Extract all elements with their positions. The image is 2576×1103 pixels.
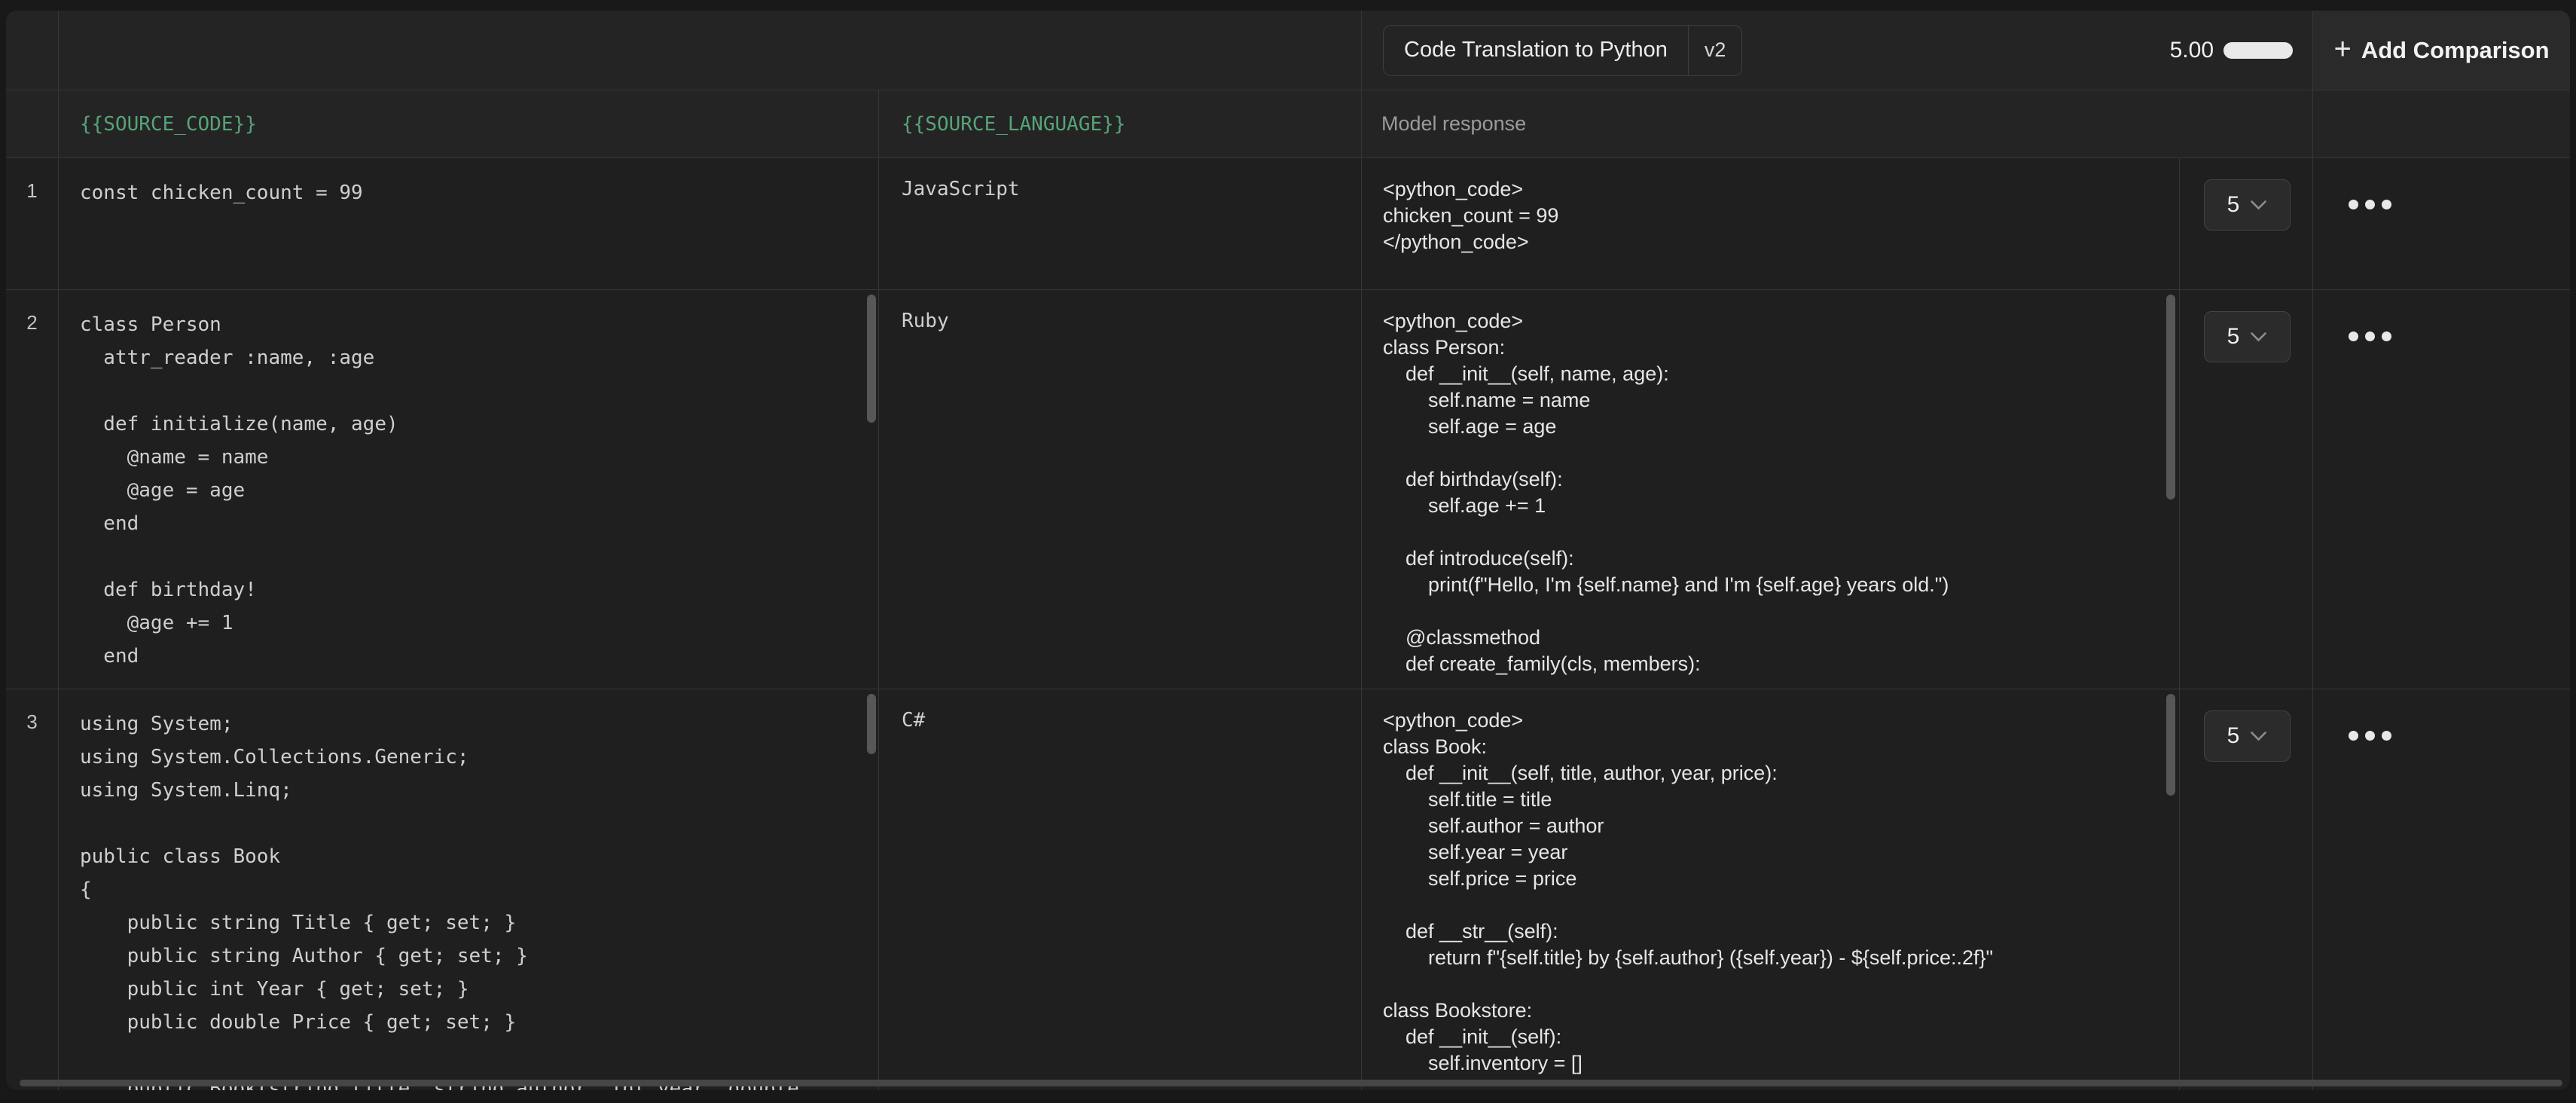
row-menu-cell: [2313, 290, 2570, 689]
chevron-down-icon: [2250, 200, 2267, 211]
source-language-column-header[interactable]: {{SOURCE_LANGUAGE}}: [879, 90, 1362, 158]
row-menu-cell: [2313, 158, 2570, 290]
row-menu-cell: [2313, 689, 2570, 1090]
score-dropdown[interactable]: 5: [2204, 179, 2291, 231]
score-cell: 5: [2180, 689, 2313, 1090]
overflow-menu-icon[interactable]: [2349, 731, 2391, 741]
menu-column-header: [2313, 90, 2570, 158]
model-response-cell[interactable]: <python_code> class Book: def __init__(s…: [1362, 689, 2180, 1090]
source-code-text: class Person attr_reader :name, :age def…: [59, 290, 878, 689]
source-code-column-header[interactable]: {{SOURCE_CODE}}: [59, 90, 879, 158]
chevron-down-icon: [2250, 731, 2267, 742]
model-response-text: <python_code> class Person: def __init__…: [1362, 290, 2179, 689]
score-value: 5.00: [2170, 38, 2214, 63]
add-comparison-button[interactable]: + Add Comparison: [2313, 11, 2570, 90]
row-number[interactable]: 1: [6, 158, 59, 290]
add-comparison-label: Add Comparison: [2361, 37, 2550, 64]
score-cell: 5: [2180, 158, 2313, 290]
aggregate-score: 5.00: [2170, 38, 2293, 63]
source-language-cell[interactable]: Ruby: [879, 290, 1362, 689]
source-language-cell[interactable]: JavaScript: [879, 158, 1362, 290]
row-number[interactable]: 3: [6, 689, 59, 1090]
score-bar: [2223, 42, 2293, 59]
horizontal-scrollbar-thumb[interactable]: [20, 1080, 2562, 1086]
model-response-cell[interactable]: <python_code> class Person: def __init__…: [1362, 290, 2180, 689]
source-code-text: const chicken_count = 99: [59, 158, 878, 228]
chevron-down-icon: [2250, 332, 2267, 343]
score-dropdown[interactable]: 5: [2204, 710, 2291, 762]
score-cell: 5: [2180, 290, 2313, 689]
source-code-cell[interactable]: using System; using System.Collections.G…: [59, 689, 879, 1090]
model-response-column-header[interactable]: Model response: [1362, 90, 2313, 158]
score-dropdown-value: 5: [2227, 723, 2240, 749]
model-version-badge[interactable]: v2: [1688, 26, 1742, 75]
source-code-cell[interactable]: class Person attr_reader :name, :age def…: [59, 290, 879, 689]
vertical-scrollbar-thumb[interactable]: [2166, 295, 2175, 500]
row-number-column-header: [6, 90, 59, 158]
model-response-text: <python_code> chicken_count = 99 </pytho…: [1362, 158, 2179, 273]
source-code-text: using System; using System.Collections.G…: [59, 689, 878, 1090]
vertical-scrollbar-thumb[interactable]: [2166, 694, 2175, 796]
row-number[interactable]: 2: [6, 290, 59, 689]
vertical-scrollbar-thumb[interactable]: [867, 694, 876, 754]
model-header-cell: Code Translation to Python v2 5.00: [1362, 11, 2313, 90]
source-language-cell[interactable]: C#: [879, 689, 1362, 1090]
inputs-header-cell: [59, 11, 1362, 90]
corner-header-cell: [6, 11, 59, 90]
score-dropdown[interactable]: 5: [2204, 311, 2291, 362]
model-response-text: <python_code> class Book: def __init__(s…: [1362, 689, 2179, 1090]
vertical-scrollbar-thumb[interactable]: [867, 295, 876, 423]
comparison-grid: Code Translation to Python v2 5.00 + Add…: [6, 11, 2570, 1090]
source-code-cell[interactable]: const chicken_count = 99: [59, 158, 879, 290]
score-dropdown-value: 5: [2227, 324, 2240, 350]
model-pill[interactable]: Code Translation to Python v2: [1383, 25, 1742, 76]
model-response-cell[interactable]: <python_code> chicken_count = 99 </pytho…: [1362, 158, 2180, 290]
model-pill-label[interactable]: Code Translation to Python: [1384, 38, 1688, 63]
plus-icon: +: [2333, 34, 2351, 64]
overflow-menu-icon[interactable]: [2349, 200, 2391, 209]
overflow-menu-icon[interactable]: [2349, 332, 2391, 341]
score-dropdown-value: 5: [2227, 192, 2240, 218]
